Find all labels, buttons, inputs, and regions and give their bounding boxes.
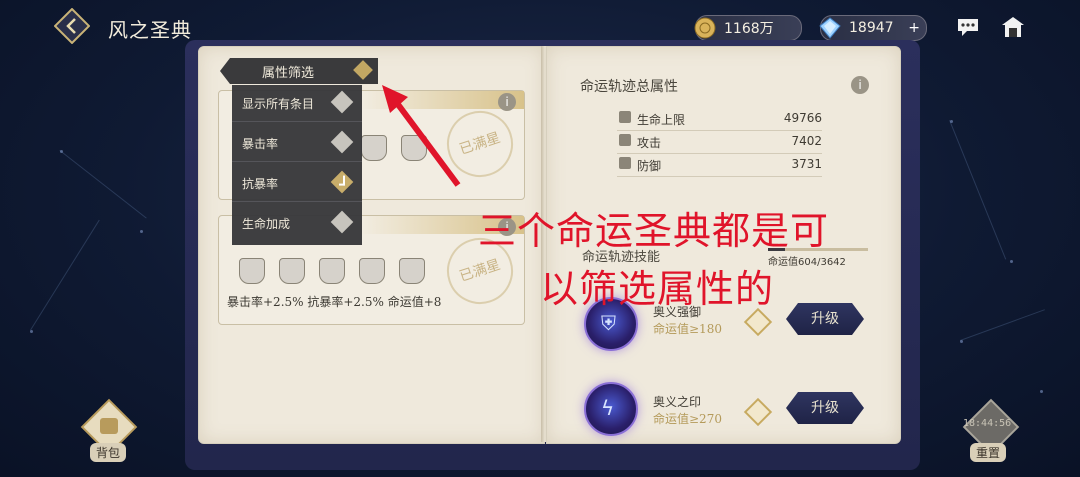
stat-name: 攻击 — [637, 136, 662, 150]
back-icon[interactable] — [54, 8, 90, 44]
gold-counter: 1168万 — [694, 15, 802, 41]
card-bonus-stats: 暴击率+2.5% 抗暴率+2.5% 命运值+8 — [227, 295, 442, 309]
page-title: 风之圣典 — [108, 18, 192, 42]
skill-orb[interactable]: ϟ — [584, 382, 638, 436]
character-portrait — [239, 258, 265, 284]
character-portrait — [359, 258, 385, 284]
filter-option-crit-resist[interactable]: 抗暴率 — [232, 165, 362, 202]
chat-icon[interactable] — [955, 14, 981, 40]
reset-label[interactable]: 重置 — [970, 443, 1007, 462]
skill-requirement: 命运值≥180 — [653, 322, 722, 336]
gem-value: 18947 — [849, 20, 894, 36]
attribute-filter-menu: 显示所有条目 暴击率 抗暴率 生命加成 — [232, 85, 362, 245]
filter-option-show-all[interactable]: 显示所有条目 — [232, 85, 362, 122]
checkbox-icon[interactable] — [330, 130, 354, 154]
gold-coin-icon — [694, 17, 716, 39]
attribute-filter-header[interactable]: 属性筛选 — [220, 58, 378, 84]
character-portrait — [279, 258, 305, 284]
filter-title: 属性筛选 — [262, 66, 315, 81]
skill-name: 奥义之印 — [653, 395, 702, 409]
filter-option-label: 生命加成 — [242, 217, 291, 231]
checkbox-icon[interactable] — [330, 210, 354, 234]
stat-name: 生命上限 — [637, 113, 686, 127]
stat-row-defense: 防御 3731 — [617, 154, 822, 177]
destiny-progress-label: 命运值604/3642 — [768, 257, 846, 268]
filter-option-label: 显示所有条目 — [242, 97, 315, 111]
upgrade-button[interactable]: 升级 — [786, 392, 864, 424]
filter-toggle-icon — [353, 60, 373, 80]
info-icon[interactable]: i — [498, 93, 516, 111]
reset-timer: 18:44:56 — [963, 418, 1012, 429]
gem-icon — [819, 17, 841, 39]
total-attributes-title: 命运轨迹总属性 — [580, 79, 678, 95]
filter-option-label: 抗暴率 — [242, 177, 279, 191]
filter-option-crit-rate[interactable]: 暴击率 — [232, 125, 362, 162]
stat-row-attack: 攻击 7402 — [617, 131, 822, 154]
annotation-text-line2: 以筛选属性的 — [540, 267, 775, 311]
stat-name: 防御 — [637, 159, 662, 173]
character-portrait — [319, 258, 345, 284]
character-portrait — [399, 258, 425, 284]
home-icon[interactable] — [1000, 14, 1026, 40]
checkmark-icon[interactable] — [330, 170, 354, 194]
filter-option-hp-bonus[interactable]: 生命加成 — [232, 205, 362, 241]
bag-label[interactable]: 背包 — [90, 443, 127, 462]
lightning-rune-icon: ϟ — [601, 396, 615, 420]
shield-icon — [619, 157, 631, 169]
gem-counter: 18947 + — [819, 15, 927, 41]
shield-rune-icon: ⛨ — [601, 311, 616, 335]
annotation-text-line1: 三个命运圣典都是可 — [478, 209, 830, 253]
sword-icon — [619, 134, 631, 146]
stat-row-hp: 生命上限 49766 — [617, 108, 822, 131]
info-icon[interactable]: i — [851, 76, 869, 94]
stat-value: 7402 — [791, 134, 822, 148]
red-arrow-annotation — [382, 85, 461, 187]
skill-requirement: 命运值≥270 — [653, 412, 722, 426]
heart-icon — [619, 111, 631, 123]
stat-value: 49766 — [783, 111, 822, 125]
add-gems-button[interactable]: + — [908, 20, 920, 36]
upgrade-button[interactable]: 升级 — [786, 303, 864, 335]
stat-value: 3731 — [791, 157, 822, 171]
checkbox-icon[interactable] — [330, 90, 354, 114]
gold-value: 1168万 — [724, 21, 774, 37]
filter-option-label: 暴击率 — [242, 137, 279, 151]
